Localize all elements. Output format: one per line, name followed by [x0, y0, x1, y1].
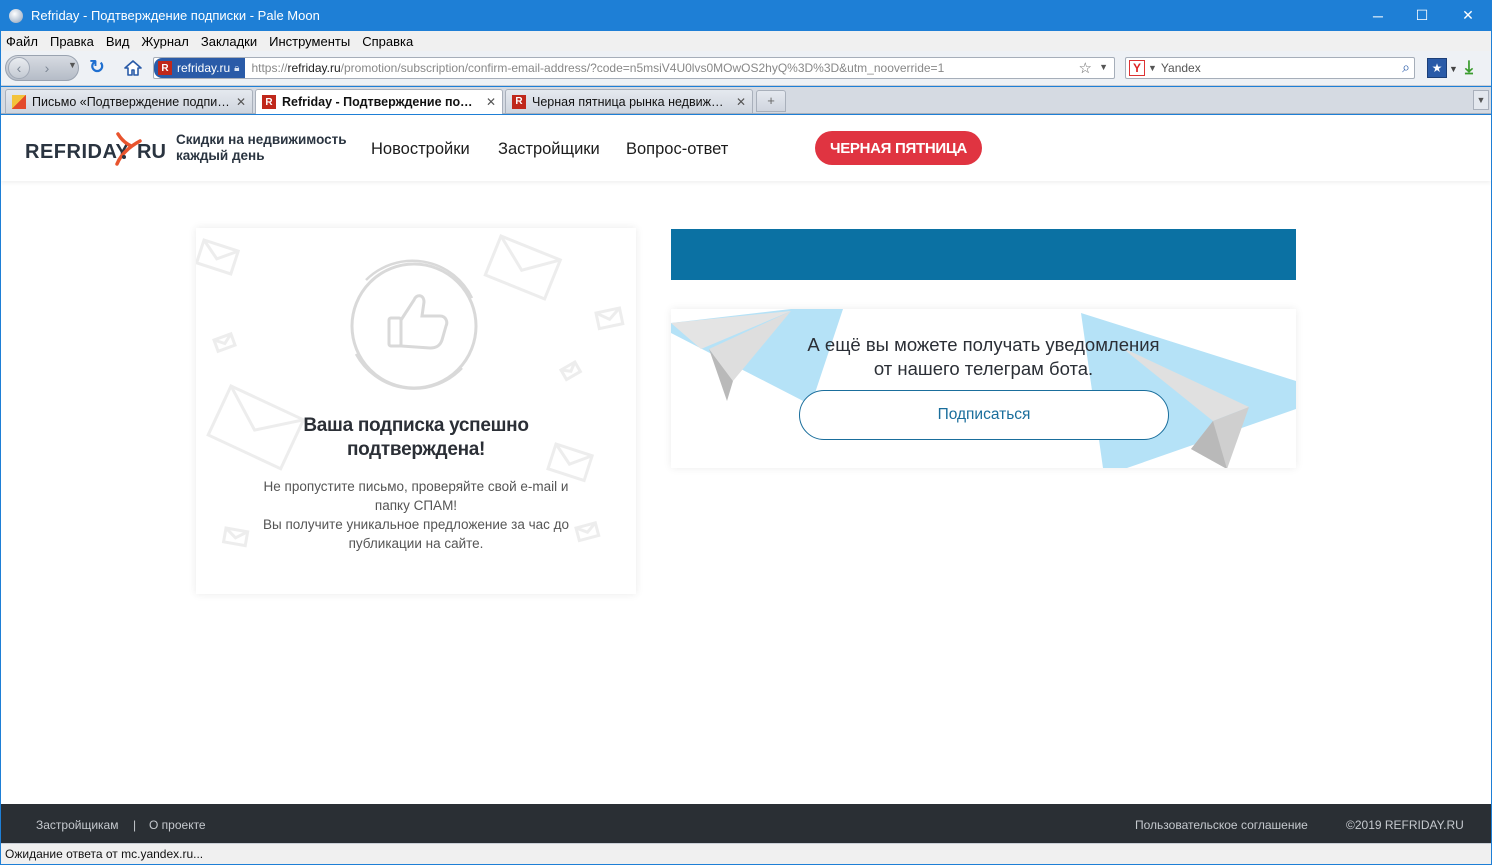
menu-history[interactable]: Журнал	[141, 34, 188, 49]
footer-link-about[interactable]: О проекте	[149, 818, 206, 832]
site-header: REFRIDAY RU Скидки на недвижимость кажды…	[1, 115, 1491, 181]
window-titlebar: Refriday - Подтверждение подписки - Pale…	[0, 0, 1492, 31]
nav-novostroyki[interactable]: Новостройки	[371, 140, 470, 159]
status-text: Ожидание ответа от mc.yandex.ru...	[5, 847, 204, 861]
back-forward-group: ‹ › ▼	[5, 55, 79, 81]
tab-close-icon[interactable]: ✕	[236, 95, 246, 109]
url-host: refriday.ru	[287, 61, 341, 75]
footer-user-agreement[interactable]: Пользовательское соглашение	[1135, 818, 1308, 832]
refriday-favicon-icon: R	[262, 95, 276, 109]
svg-text:REFRIDAY: REFRIDAY	[25, 141, 130, 163]
black-friday-button[interactable]: ЧЕРНАЯ ПЯТНИЦА	[815, 131, 982, 165]
menu-bar: Файл Правка Вид Журнал Закладки Инструме…	[1, 31, 1491, 51]
site-identity-badge[interactable]: R refriday.ru 🔒︎	[154, 58, 246, 78]
tab-refriday-confirm[interactable]: R Refriday - Подтверждение подписки ✕	[255, 89, 503, 114]
bookmark-star-icon[interactable]: ☆	[1079, 59, 1092, 77]
close-window-button[interactable]: ✕	[1445, 0, 1491, 31]
svg-text:RU: RU	[137, 141, 166, 163]
thumbs-up-icon	[350, 259, 478, 390]
nav-zastroyshchiki[interactable]: Застройщики	[498, 140, 600, 159]
search-placeholder: Yandex	[1160, 61, 1201, 75]
success-title-line-2: подтверждена!	[346, 439, 486, 460]
success-title-line-1: Ваша подписка успешно	[303, 415, 529, 436]
subscription-success-card: Ваша подписка успешно подтверждена! Не п…	[196, 228, 636, 594]
yandex-engine-icon[interactable]: Y	[1129, 60, 1145, 76]
site-favicon-icon: R	[158, 61, 172, 75]
success-text-line-3: Вы получите уникальное предложение за ча…	[262, 517, 570, 532]
telegram-subscribe-button[interactable]: Подписаться	[799, 390, 1169, 440]
menu-bookmarks[interactable]: Закладки	[201, 34, 257, 49]
menu-view[interactable]: Вид	[106, 34, 130, 49]
url-dropdown-icon[interactable]: ▼	[1099, 62, 1108, 72]
bookmarks-icon[interactable]: ★	[1427, 58, 1447, 78]
url-text[interactable]: https://refriday.ru/promotion/subscripti…	[251, 61, 944, 75]
back-icon[interactable]: ‹	[8, 57, 30, 79]
footer-copyright: ©2019 REFRIDAY.RU	[1346, 818, 1464, 832]
navigation-toolbar: ‹ › ▼ ↻ R refriday.ru 🔒︎ https://refrida…	[1, 51, 1491, 86]
tab-yandex-mail[interactable]: Письмо «Подтверждение подписки» — Refrid…	[5, 89, 253, 113]
status-bar: Ожидание ответа от mc.yandex.ru...	[1, 843, 1491, 864]
page-viewport: REFRIDAY RU Скидки на недвижимость кажды…	[1, 115, 1491, 843]
tagline-line-2: каждый день	[176, 148, 265, 163]
site-footer: Застройщикам | О проекте Пользовательско…	[1, 804, 1491, 843]
refriday-logo[interactable]: REFRIDAY RU	[25, 129, 167, 169]
telegram-text-line-2: от нашего телеграм бота.	[873, 358, 1094, 379]
lock-icon: 🔒︎	[234, 62, 240, 74]
site-identity-label: refriday.ru	[177, 61, 231, 75]
maximize-button[interactable]: ☐	[1399, 0, 1445, 31]
window-title: Refriday - Подтверждение подписки - Pale…	[31, 8, 320, 23]
blue-banner	[671, 229, 1296, 280]
reload-icon[interactable]: ↻	[89, 58, 105, 78]
menu-help[interactable]: Справка	[362, 34, 413, 49]
tagline-line-1: Скидки на недвижимость	[176, 132, 347, 147]
success-description: Не пропустите письмо, проверяйте свой e-…	[236, 477, 596, 553]
address-bar[interactable]: R refriday.ru 🔒︎ https://refriday.ru/pro…	[153, 57, 1115, 79]
mail-favicon-icon	[12, 94, 26, 109]
menu-edit[interactable]: Правка	[50, 34, 94, 49]
new-tab-button[interactable]: +	[756, 90, 786, 112]
tab-label: Черная пятница рынка недвижимости	[532, 94, 730, 109]
telegram-text-line-1: А ещё вы можете получать уведомления	[807, 334, 1160, 355]
tab-close-icon[interactable]: ✕	[736, 95, 746, 109]
forward-icon[interactable]: ›	[36, 57, 58, 79]
success-text-line-2: папку СПАМ!	[374, 498, 458, 513]
tab-label: Письмо «Подтверждение подписки» — Refrid…	[32, 94, 230, 109]
success-text-line-4: публикации на сайте.	[348, 536, 484, 551]
telegram-subscribe-card: А ещё вы можете получать уведомления от …	[671, 309, 1296, 468]
tab-list-dropdown-icon[interactable]: ▼	[1473, 90, 1489, 110]
search-icon[interactable]: ⌕	[1402, 59, 1410, 76]
tab-bar: Письмо «Подтверждение подписки» — Refrid…	[1, 87, 1491, 114]
refriday-favicon-icon: R	[512, 94, 526, 109]
tab-black-friday[interactable]: R Черная пятница рынка недвижимости ✕	[505, 89, 753, 113]
minimize-button[interactable]: ─	[1355, 0, 1401, 31]
menu-file[interactable]: Файл	[6, 34, 38, 49]
home-icon[interactable]	[123, 59, 143, 77]
footer-link-developers[interactable]: Застройщикам	[36, 818, 118, 832]
search-bar[interactable]: Y ▼ Yandex ⌕	[1125, 57, 1415, 79]
site-tagline: Скидки на недвижимость каждый день	[176, 132, 361, 164]
bookmarks-dropdown-icon[interactable]: ▼	[1449, 64, 1458, 74]
footer-separator: |	[133, 818, 137, 832]
download-icon[interactable]: ⤓	[1465, 57, 1473, 78]
pale-moon-icon	[9, 8, 23, 23]
tab-close-icon[interactable]: ✕	[486, 95, 496, 109]
telegram-promo-text: А ещё вы можете получать уведомления от …	[771, 333, 1196, 381]
engine-dropdown-icon[interactable]: ▼	[1148, 63, 1157, 73]
tab-label: Refriday - Подтверждение подписки	[282, 95, 480, 109]
history-dropdown-icon[interactable]: ▼	[68, 60, 77, 70]
menu-tools[interactable]: Инструменты	[269, 34, 350, 49]
url-path: /promotion/subscription/confirm-email-ad…	[340, 61, 945, 75]
success-title: Ваша подписка успешно подтверждена!	[196, 414, 636, 462]
url-scheme: https://	[251, 61, 288, 75]
success-text-line-1: Не пропустите письмо, проверяйте свой e-…	[263, 479, 569, 494]
nav-faq[interactable]: Вопрос-ответ	[626, 140, 728, 159]
